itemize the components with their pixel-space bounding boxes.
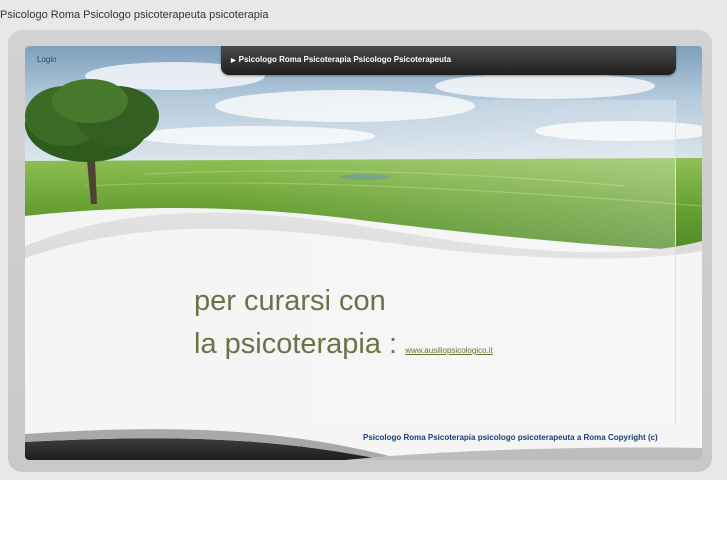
headline-line-2: la psicoterapia : www.ausiliopsicologico… [194,323,493,372]
nav-item-label: Psicologo Roma Psicoterapia Psicologo Ps… [238,55,452,64]
nav-item-psicologo-roma[interactable]: ▶ Psicologo Roma Psicoterapia Psicologo P… [231,55,451,64]
page-title: Psicologo Roma Psicologo psicoterapeuta … [0,9,269,21]
footer-copyright: Psicologo Roma Psicoterapia psicologo ps… [363,433,658,442]
top-nav-bar: ▶ Psicologo Roma Psicoterapia Psicologo P… [221,46,676,75]
headline: per curarsi con la psicoterapia : www.au… [194,280,493,372]
content-box [220,100,676,425]
triangle-right-icon: ▶ [231,58,236,64]
headline-line-1: per curarsi con [194,285,386,317]
website-link[interactable]: www.ausiliopsicologico.it [405,346,493,355]
headline-line-2-text: la psicoterapia : [194,328,398,360]
site-panel: Login ▶ Psicologo Roma Psicoterapia Psico… [25,46,702,460]
login-link[interactable]: Login [37,55,57,64]
